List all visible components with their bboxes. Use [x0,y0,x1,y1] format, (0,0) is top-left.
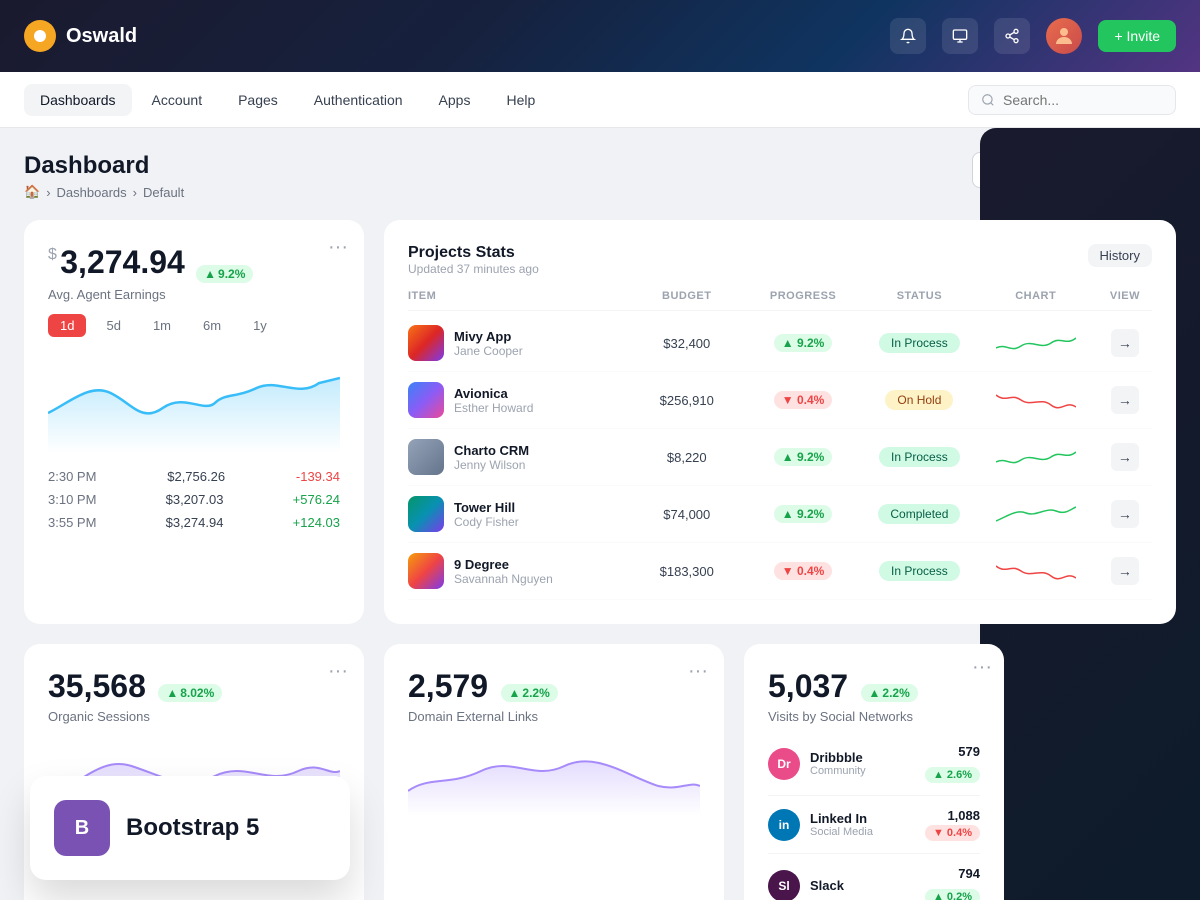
search-icon [981,93,995,107]
earnings-chart [48,353,340,453]
nav-item-help[interactable]: Help [490,84,551,116]
search-input[interactable] [1003,92,1163,108]
top-row: ··· $ 3,274.94 ▲ 9.2% Avg. Agent Earning… [24,220,1176,624]
organic-label: Organic Sessions [48,709,340,724]
breadcrumb: 🏠 › Dashboards › Default [24,184,184,200]
stat-row-1: 2:30 PM $2,756.26 -139.34 [48,469,340,484]
nav-item-pages[interactable]: Pages [222,84,294,116]
project-icon-charto [408,439,444,475]
nav-item-apps[interactable]: Apps [423,84,487,116]
nav-item-authentication[interactable]: Authentication [298,84,419,116]
logo-text: Oswald [66,25,137,48]
view-btn-1[interactable]: → [1111,329,1139,357]
linkedin-icon: in [768,809,800,841]
stat-row-3: 3:55 PM $3,274.94 +124.03 [48,515,340,530]
table-row: Charto CRM Jenny Wilson $8,220 ▲ 9.2% In… [408,429,1152,486]
arrow-up: ▲ [204,267,216,281]
tab-1d[interactable]: 1d [48,314,86,337]
view-btn-2[interactable]: → [1111,386,1139,414]
social-row-dribbble: Dr Dribbble Community 579 ▲ 2.6% [768,732,980,796]
projects-updated: Updated 37 minutes ago [408,262,539,276]
social-card: ··· 5,037 ▲ 2.2% Visits by Social Networ… [744,644,1004,900]
domain-menu[interactable]: ··· [688,660,708,683]
table-header: ITEM BUDGET PROGRESS STATUS CHART VIEW [408,282,1152,311]
logo-icon [24,20,56,52]
dribbble-icon: Dr [768,748,800,780]
view-btn-3[interactable]: → [1111,443,1139,471]
earnings-subtitle: Avg. Agent Earnings [48,287,340,302]
home-icon: 🏠 [24,184,40,200]
domain-badge: ▲ 2.2% [501,684,558,702]
nav-item-dashboards[interactable]: Dashboards [24,84,132,116]
view-btn-5[interactable]: → [1111,557,1139,585]
social-menu[interactable]: ··· [972,656,992,679]
stats-rows: 2:30 PM $2,756.26 -139.34 3:10 PM $3,207… [48,469,340,530]
projects-header: Projects Stats Updated 37 minutes ago Hi… [408,244,1152,276]
table-row: Avionica Esther Howard $256,910 ▼ 0.4% O… [408,372,1152,429]
table-row: Tower Hill Cody Fisher $74,000 ▲ 9.2% Co… [408,486,1152,543]
tab-6m[interactable]: 6m [191,314,233,337]
domain-chart [408,736,700,816]
page-title: Dashboard [24,152,184,180]
bootstrap-overlay: B Bootstrap 5 [30,776,350,880]
share-icon[interactable] [994,18,1030,54]
social-row-slack: Sl Slack 794 ▲ 0.2% [768,854,980,900]
bootstrap-icon: B [54,800,110,856]
organic-badge: ▲ 8.02% [158,684,222,702]
social-row-linkedin: in Linked In Social Media 1,088 ▼ 0.4% [768,796,980,854]
history-button[interactable]: History [1088,244,1152,267]
earnings-amount: 3,274.94 [60,244,185,280]
social-badge: ▲ 2.2% [861,684,918,702]
tab-1m[interactable]: 1m [141,314,183,337]
table-row: Mivy App Jane Cooper $32,400 ▲ 9.2% In P… [408,315,1152,372]
earnings-card: ··· $ 3,274.94 ▲ 9.2% Avg. Agent Earning… [24,220,364,624]
screen-icon[interactable] [942,18,978,54]
invite-button[interactable]: + Invite [1098,20,1176,52]
project-icon-9degree [408,553,444,589]
earnings-label: $ 3,274.94 ▲ 9.2% [48,244,340,283]
secondary-nav: Dashboards Account Pages Authentication … [0,72,1200,128]
organic-menu[interactable]: ··· [328,660,348,683]
domain-label: Domain External Links [408,709,700,724]
search-box[interactable] [968,85,1176,115]
logo: Oswald [24,20,137,52]
stat-row-2: 3:10 PM $3,207.03 +576.24 [48,492,340,507]
project-icon-tower [408,496,444,532]
time-tabs: 1d 5d 1m 6m 1y [48,314,340,337]
domain-card: ··· 2,579 ▲ 2.2% Domain External Links [384,644,724,900]
table-row: 9 Degree Savannah Nguyen $183,300 ▼ 0.4%… [408,543,1152,600]
domain-number: 2,579 [408,668,488,704]
slack-icon: Sl [768,870,800,900]
view-btn-4[interactable]: → [1111,500,1139,528]
earnings-menu[interactable]: ··· [328,236,348,259]
earnings-badge: ▲ 9.2% [196,265,253,283]
project-icon-mivy [408,325,444,361]
top-bar: Oswald + Invite [0,0,1200,72]
top-nav-right: + Invite [890,18,1176,54]
project-icon-avionica [408,382,444,418]
page-title-section: Dashboard 🏠 › Dashboards › Default [24,152,184,200]
main-content: Dashboard 🏠 › Dashboards › Default New P… [0,128,1200,900]
organic-number: 35,568 [48,668,146,704]
notification-icon[interactable] [890,18,926,54]
bootstrap-label: Bootstrap 5 [126,814,259,842]
social-label: Visits by Social Networks [768,709,980,724]
projects-card: Projects Stats Updated 37 minutes ago Hi… [384,220,1176,624]
dollar-sign: $ [48,246,57,264]
projects-title: Projects Stats [408,244,539,262]
social-number: 5,037 [768,668,848,704]
nav-item-account[interactable]: Account [136,84,219,116]
tab-1y[interactable]: 1y [241,314,279,337]
tab-5d[interactable]: 5d [94,314,132,337]
avatar[interactable] [1046,18,1082,54]
